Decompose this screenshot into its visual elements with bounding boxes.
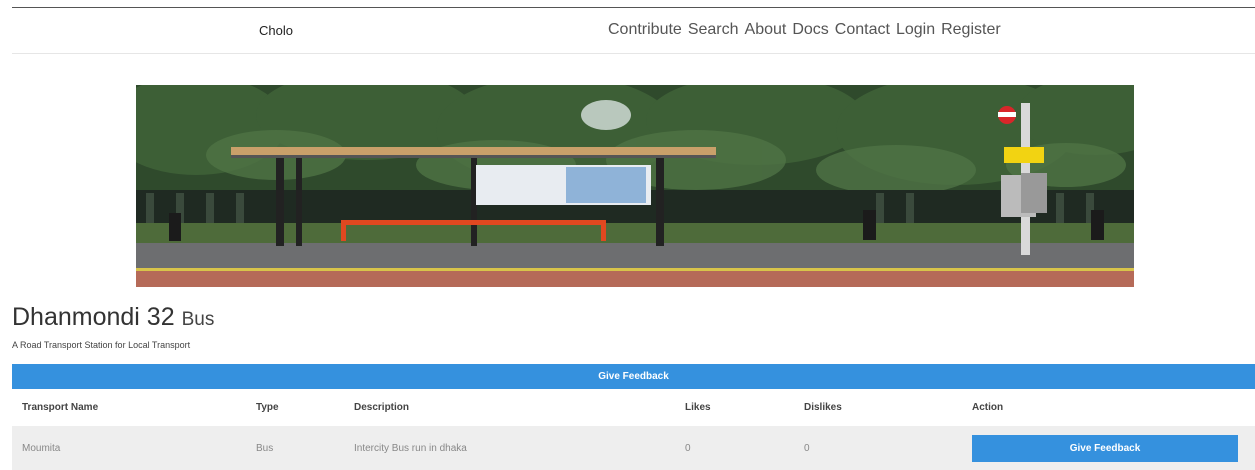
cell-dislikes: 0 <box>804 442 810 454</box>
header-likes: Likes <box>685 402 711 413</box>
cell-transport-name: Moumita <box>22 442 61 454</box>
header-type: Type <box>256 402 279 413</box>
cell-description: Intercity Bus run in dhaka <box>354 442 467 454</box>
nav-link-contribute[interactable]: Contribute <box>608 21 682 39</box>
give-feedback-bar[interactable]: Give Feedback <box>12 364 1255 389</box>
page-title: Dhanmondi 32 Bus <box>12 303 214 332</box>
give-feedback-button[interactable]: Give Feedback <box>972 434 1238 462</box>
table-row: Moumita Bus Intercity Bus run in dhaka 0… <box>12 426 1255 470</box>
transport-table: Transport Name Type Description Likes Di… <box>12 389 1255 470</box>
header-transport-name: Transport Name <box>22 402 99 413</box>
header-description: Description <box>354 402 410 413</box>
table-header-row: Transport Name Type Description Likes Di… <box>12 389 1255 426</box>
nav-link-register[interactable]: Register <box>941 21 1001 39</box>
cell-action: Give Feedback <box>972 426 1255 470</box>
nav-link-docs[interactable]: Docs <box>792 21 828 39</box>
header-action: Action <box>972 402 1004 413</box>
cell-type: Bus <box>256 442 274 454</box>
brand-logo[interactable]: Cholo <box>259 23 293 38</box>
header-dislikes: Dislikes <box>804 402 842 413</box>
nav-link-contact[interactable]: Contact <box>835 21 890 39</box>
station-description: A Road Transport Station for Local Trans… <box>12 340 191 350</box>
nav-links: Contribute Search About Docs Contact Log… <box>608 21 1001 39</box>
navbar: Cholo Contribute Search About Docs Conta… <box>12 8 1255 54</box>
station-name: Dhanmondi 32 <box>12 303 175 331</box>
station-type: Bus <box>181 309 215 330</box>
nav-link-login[interactable]: Login <box>896 21 935 39</box>
nav-link-search[interactable]: Search <box>688 21 739 39</box>
nav-link-about[interactable]: About <box>745 21 787 39</box>
cell-likes: 0 <box>685 442 691 454</box>
bus-stop-hero-image <box>136 85 1134 287</box>
